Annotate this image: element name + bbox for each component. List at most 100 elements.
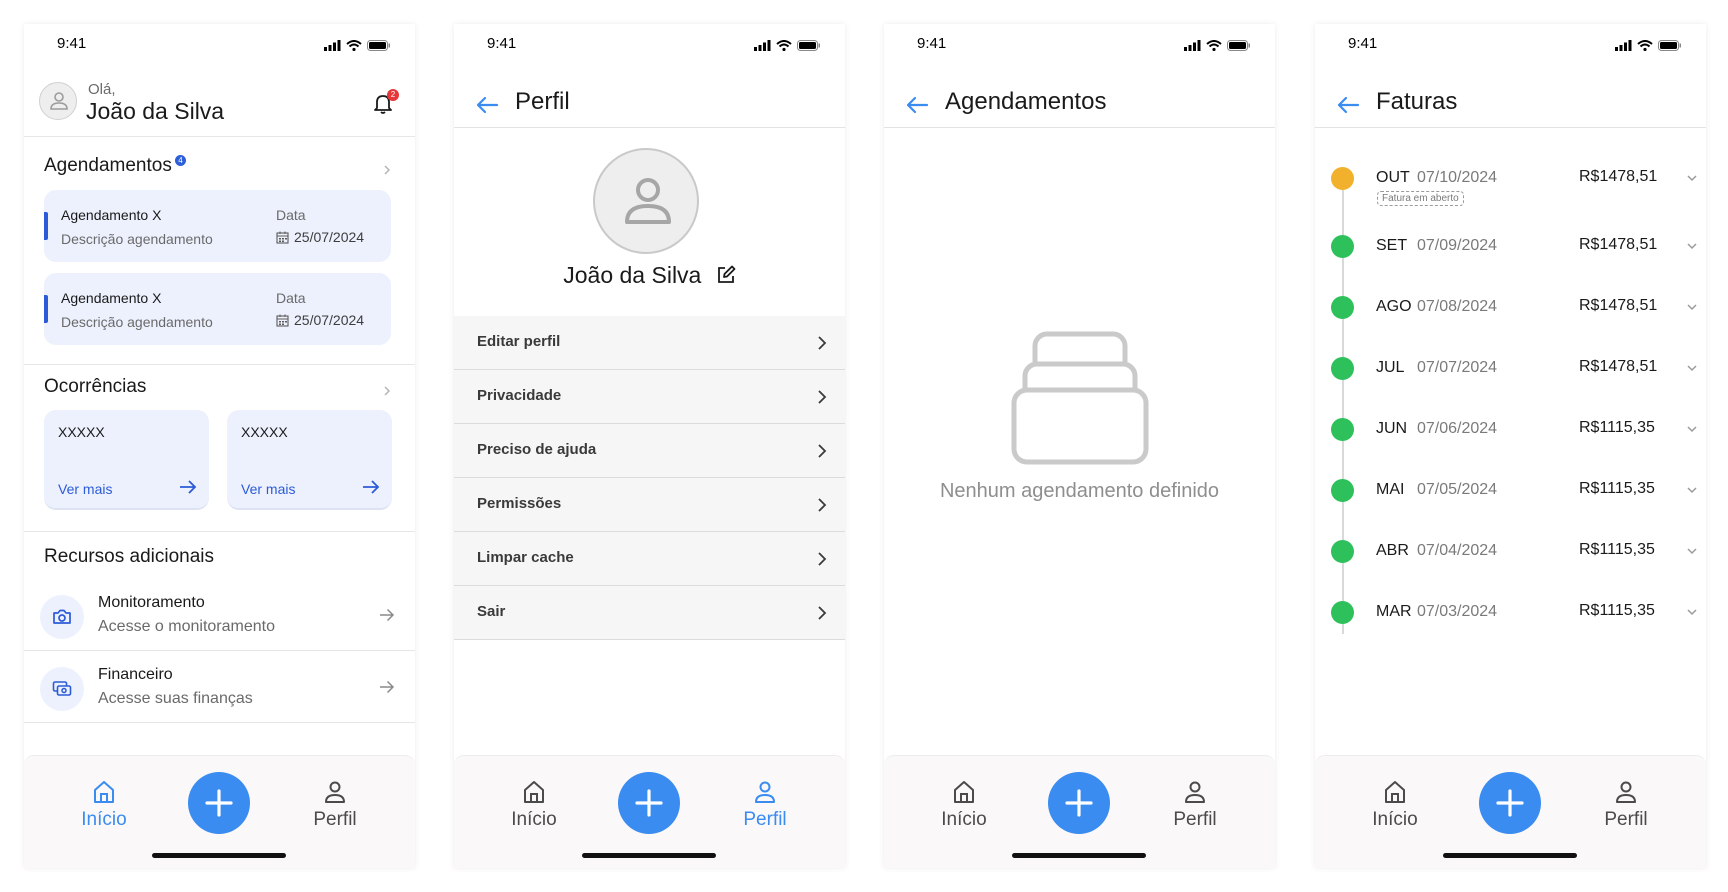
fatura-date: 07/09/2024 [1417,237,1498,254]
page-title: Perfil [515,88,570,115]
resource-subtitle: Acesse suas finanças [98,690,253,707]
menu-item-limpar-cache[interactable]: Limpar cache [454,532,845,586]
chevron-down-icon[interactable] [1686,425,1698,433]
profile-avatar[interactable] [593,148,699,254]
tab-perfil[interactable]: Perfil [1581,778,1671,831]
chevron-down-icon[interactable] [1686,303,1698,311]
status-icons [754,40,821,51]
agendamento-desc: Descrição agendamento [61,231,213,247]
ocorrencia-card[interactable]: XXXXX Ver mais [227,410,392,510]
agendamento-card[interactable]: Agendamento X Descrição agendamento Data… [44,190,391,262]
fatura-row[interactable]: JUN 07/06/2024 R$1115,35 [1315,416,1706,456]
chevron-right-icon[interactable] [381,385,393,397]
fatura-row[interactable]: JUL 07/07/2024 R$1478,51 [1315,355,1706,395]
status-badge: Fatura em aberto [1377,191,1464,206]
user-icon [325,781,345,803]
arrow-right-icon[interactable] [362,480,380,494]
tab-perfil[interactable]: Perfil [720,778,810,831]
ver-mais-link[interactable]: Ver mais [58,481,112,497]
status-dot-paid [1331,296,1354,319]
menu-item-label: Permissões [477,495,562,512]
tab-home-label: Início [81,809,127,830]
add-button[interactable] [1048,772,1110,834]
tab-home[interactable]: Início [1350,778,1440,831]
chevron-down-icon[interactable] [1686,364,1698,372]
fatura-row[interactable]: SET 07/09/2024 R$1478,51 [1315,233,1706,273]
fatura-month: AGO [1376,298,1412,315]
tab-perfil[interactable]: Perfil [1150,778,1240,831]
tab-perfil-label: Perfil [313,809,357,830]
chevron-down-icon[interactable] [1686,242,1698,250]
agendamento-card[interactable]: Agendamento X Descrição agendamento Data… [44,273,391,345]
status-bar: 9:41 [454,24,845,68]
fatura-date: 07/07/2024 [1417,359,1498,376]
page-header: Perfil [454,86,845,128]
arrow-right-icon[interactable] [179,480,197,494]
fatura-month: JUN [1376,420,1408,437]
home-screen: 9:41 Olá, João da Silva 2 Agendamentos 4… [24,24,415,868]
add-button[interactable] [1479,772,1541,834]
chevron-down-icon[interactable] [1686,486,1698,494]
chevron-down-icon[interactable] [1686,608,1698,616]
user-icon [50,92,68,110]
profile-name: João da Silva [454,262,845,289]
ocorrencias-title[interactable]: Ocorrências [44,376,146,398]
status-dot-paid [1331,235,1354,258]
tab-home-label: Início [511,809,557,830]
plus-icon [1065,789,1093,817]
ver-mais-link[interactable]: Ver mais [241,481,295,497]
battery-icon [1658,40,1681,51]
edit-icon[interactable] [716,265,736,285]
status-dot-paid [1331,357,1354,380]
divider [24,136,415,137]
add-button[interactable] [618,772,680,834]
fatura-value: R$1478,51 [1579,168,1658,185]
tab-home[interactable]: Início [919,778,1009,831]
ocorrencia-card[interactable]: XXXXX Ver mais [44,410,209,510]
fatura-month: MAR [1376,603,1412,620]
chevron-down-icon[interactable] [1686,174,1698,182]
resource-title: Monitoramento [98,594,205,611]
tab-home[interactable]: Início [489,778,579,831]
notifications-button[interactable]: 2 [373,89,399,117]
signal-icon [754,40,771,51]
tab-home[interactable]: Início [59,778,149,831]
plus-icon [1496,789,1524,817]
fatura-row[interactable]: MAI 07/05/2024 R$1115,35 [1315,477,1706,517]
back-arrow-icon[interactable] [904,92,930,118]
status-dot-paid [1331,540,1354,563]
wifi-icon [1637,40,1653,51]
resource-title: Financeiro [98,666,173,683]
arrow-right-icon [380,680,395,694]
status-dot-open [1331,167,1354,190]
add-button[interactable] [188,772,250,834]
menu-item-ajuda[interactable]: Preciso de ajuda [454,424,845,478]
fatura-value: R$1478,51 [1579,297,1658,314]
user-name: João da Silva [86,98,225,124]
fatura-row[interactable]: AGO 07/08/2024 R$1478,51 [1315,294,1706,334]
fatura-row[interactable]: OUT 07/10/2024 R$1478,51 Fatura em abert… [1315,165,1706,206]
page-title: Faturas [1376,88,1458,115]
menu-item-permissoes[interactable]: Permissões [454,478,845,532]
fatura-month: MAI [1376,481,1405,498]
agendamentos-title[interactable]: Agendamentos [44,155,172,177]
resource-monitoramento[interactable]: Monitoramento Acesse o monitoramento [24,580,415,652]
status-dot-paid [1331,418,1354,441]
menu-item-privacidade[interactable]: Privacidade [454,370,845,424]
back-arrow-icon[interactable] [474,92,500,118]
chevron-right-icon [818,606,827,620]
wifi-icon [346,40,362,51]
back-arrow-icon[interactable] [1335,92,1361,118]
menu-item-sair[interactable]: Sair [454,586,845,640]
divider [24,364,415,365]
avatar[interactable] [39,82,77,120]
resource-financeiro[interactable]: Financeiro Acesse suas finanças [24,652,415,724]
tab-perfil[interactable]: Perfil [290,778,380,831]
menu-item-editar-perfil[interactable]: Editar perfil [454,316,845,370]
chevron-down-icon[interactable] [1686,547,1698,555]
fatura-row[interactable]: MAR 07/03/2024 R$1115,35 [1315,599,1706,639]
chevron-right-icon[interactable] [381,164,393,176]
status-bar: 9:41 [24,24,415,68]
fatura-row[interactable]: ABR 07/04/2024 R$1115,35 [1315,538,1706,578]
empty-state-text: Nenhum agendamento definido [939,480,1220,502]
